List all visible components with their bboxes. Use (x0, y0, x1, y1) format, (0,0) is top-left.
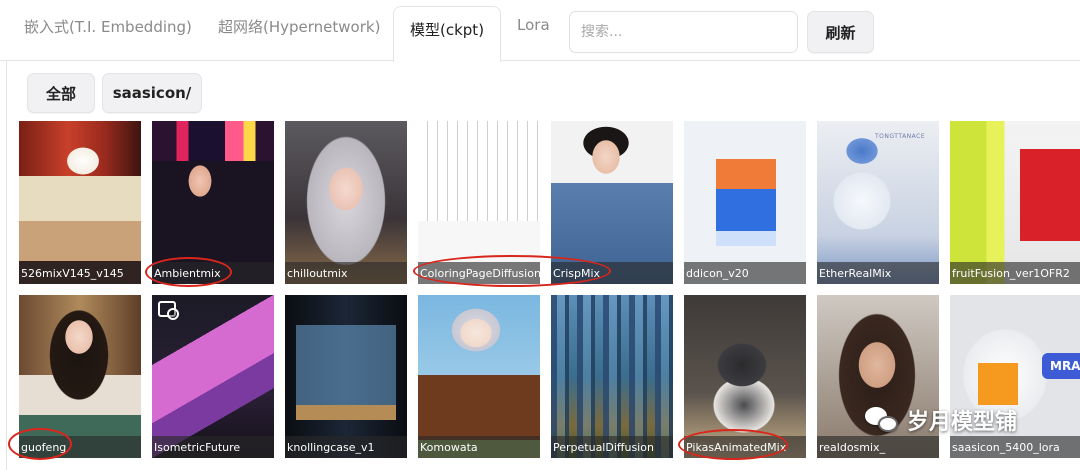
filter-all-button[interactable]: 全部 (27, 73, 95, 113)
model-card-label: Ambientmix (152, 262, 274, 284)
thumbnail-fluffy-cat (684, 295, 806, 458)
thumbnail-milkshake (19, 121, 141, 284)
model-card-perpetualdiffusion[interactable]: PerpetualDiffusion (551, 295, 673, 458)
model-card-label: saasicon_5400_lora (950, 436, 1080, 458)
thumbnail-futuristic-city (551, 295, 673, 458)
edit-icon[interactable] (158, 301, 179, 320)
model-card-coloringpagediffusion[interactable]: ColoringPageDiffusion (418, 121, 540, 284)
tab-checkpoint[interactable]: 模型(ckpt) (393, 6, 502, 62)
model-card-label: guofeng (19, 436, 141, 458)
model-card-label: knollingcase_v1 (285, 436, 407, 458)
tab-hypernetwork[interactable]: 超网络(Hypernetwork) (218, 16, 380, 37)
model-card-label: IsometricFuture (152, 436, 274, 458)
thumbnail-denim-jacket-girl (551, 121, 673, 284)
mra-badge: MRA (1042, 353, 1080, 379)
model-card-knollingcase[interactable]: knollingcase_v1 (285, 295, 407, 458)
thumbnail-silver-hair-girl (285, 121, 407, 284)
model-card-label: realdosmix_ (817, 436, 939, 458)
model-card-chilloutmix[interactable]: chilloutmix (285, 121, 407, 284)
thumbnail-anime-horse-rider (418, 295, 540, 458)
watermark-text: 岁月模型铺 (907, 410, 1018, 435)
model-card-label: PikasAnimatedMix (684, 436, 806, 458)
tab-bar: 嵌入式(T.I. Embedding) 超网络(Hypernetwork) 模型… (0, 0, 1080, 62)
model-card-label: chilloutmix (285, 262, 407, 284)
model-card-ddicon[interactable]: ddicon_v20 (684, 121, 806, 284)
thumbnail-hanfu-girl (19, 295, 141, 458)
model-card-etherrealmix[interactable]: TONGTTANACE EtherRealMix (817, 121, 939, 284)
tab-embedding[interactable]: 嵌入式(T.I. Embedding) (24, 16, 192, 37)
model-card-komowata[interactable]: Komowata (418, 295, 540, 458)
model-card-ambientmix[interactable]: Ambientmix (152, 121, 274, 284)
model-card-isometricfuture[interactable]: IsometricFuture (152, 295, 274, 458)
model-card-label: fruitFusion_ver1OFR2 (950, 262, 1080, 284)
thumbnail-3d-cube-icon (684, 121, 806, 284)
model-card-label: PerpetualDiffusion (551, 436, 673, 458)
model-card-526mix[interactable]: 526mixV145_v145 (19, 121, 141, 284)
model-card-label: ddicon_v20 (684, 262, 806, 284)
refresh-button[interactable]: 刷新 (807, 11, 874, 53)
model-card-label: CrispMix (551, 262, 673, 284)
tab-lora[interactable]: Lora (517, 16, 550, 34)
watermark: 岁月模型铺 (865, 404, 1017, 436)
panel-border (6, 60, 7, 470)
thumbnail-line-art-house-car (418, 121, 540, 284)
model-card-guofeng[interactable]: guofeng (19, 295, 141, 458)
thumbnail-blue-flower-doll (817, 121, 939, 284)
wechat-icon (865, 405, 899, 435)
thumbnail-caption: TONGTTANACE (875, 133, 926, 140)
model-card-pikasanimatedmix[interactable]: PikasAnimatedMix (684, 295, 806, 458)
filter-saasicon-button[interactable]: saasicon/ (102, 73, 202, 113)
thumbnail-neon-city-girl (152, 121, 274, 284)
model-card-label: Komowata (418, 436, 540, 458)
search-input[interactable] (569, 11, 798, 53)
model-card-label: 526mixV145_v145 (19, 262, 141, 284)
model-card-crispmix[interactable]: CrispMix (551, 121, 673, 284)
tab-divider (0, 60, 1080, 61)
model-card-fruitfusion[interactable]: fruitFusion_ver1OFR2 (950, 121, 1080, 284)
thumbnail-glass-case-room (285, 295, 407, 458)
thumbnail-fruit-cubes (950, 121, 1080, 284)
model-card-label: EtherRealMix (817, 262, 939, 284)
model-card-label: ColoringPageDiffusion (418, 262, 540, 284)
